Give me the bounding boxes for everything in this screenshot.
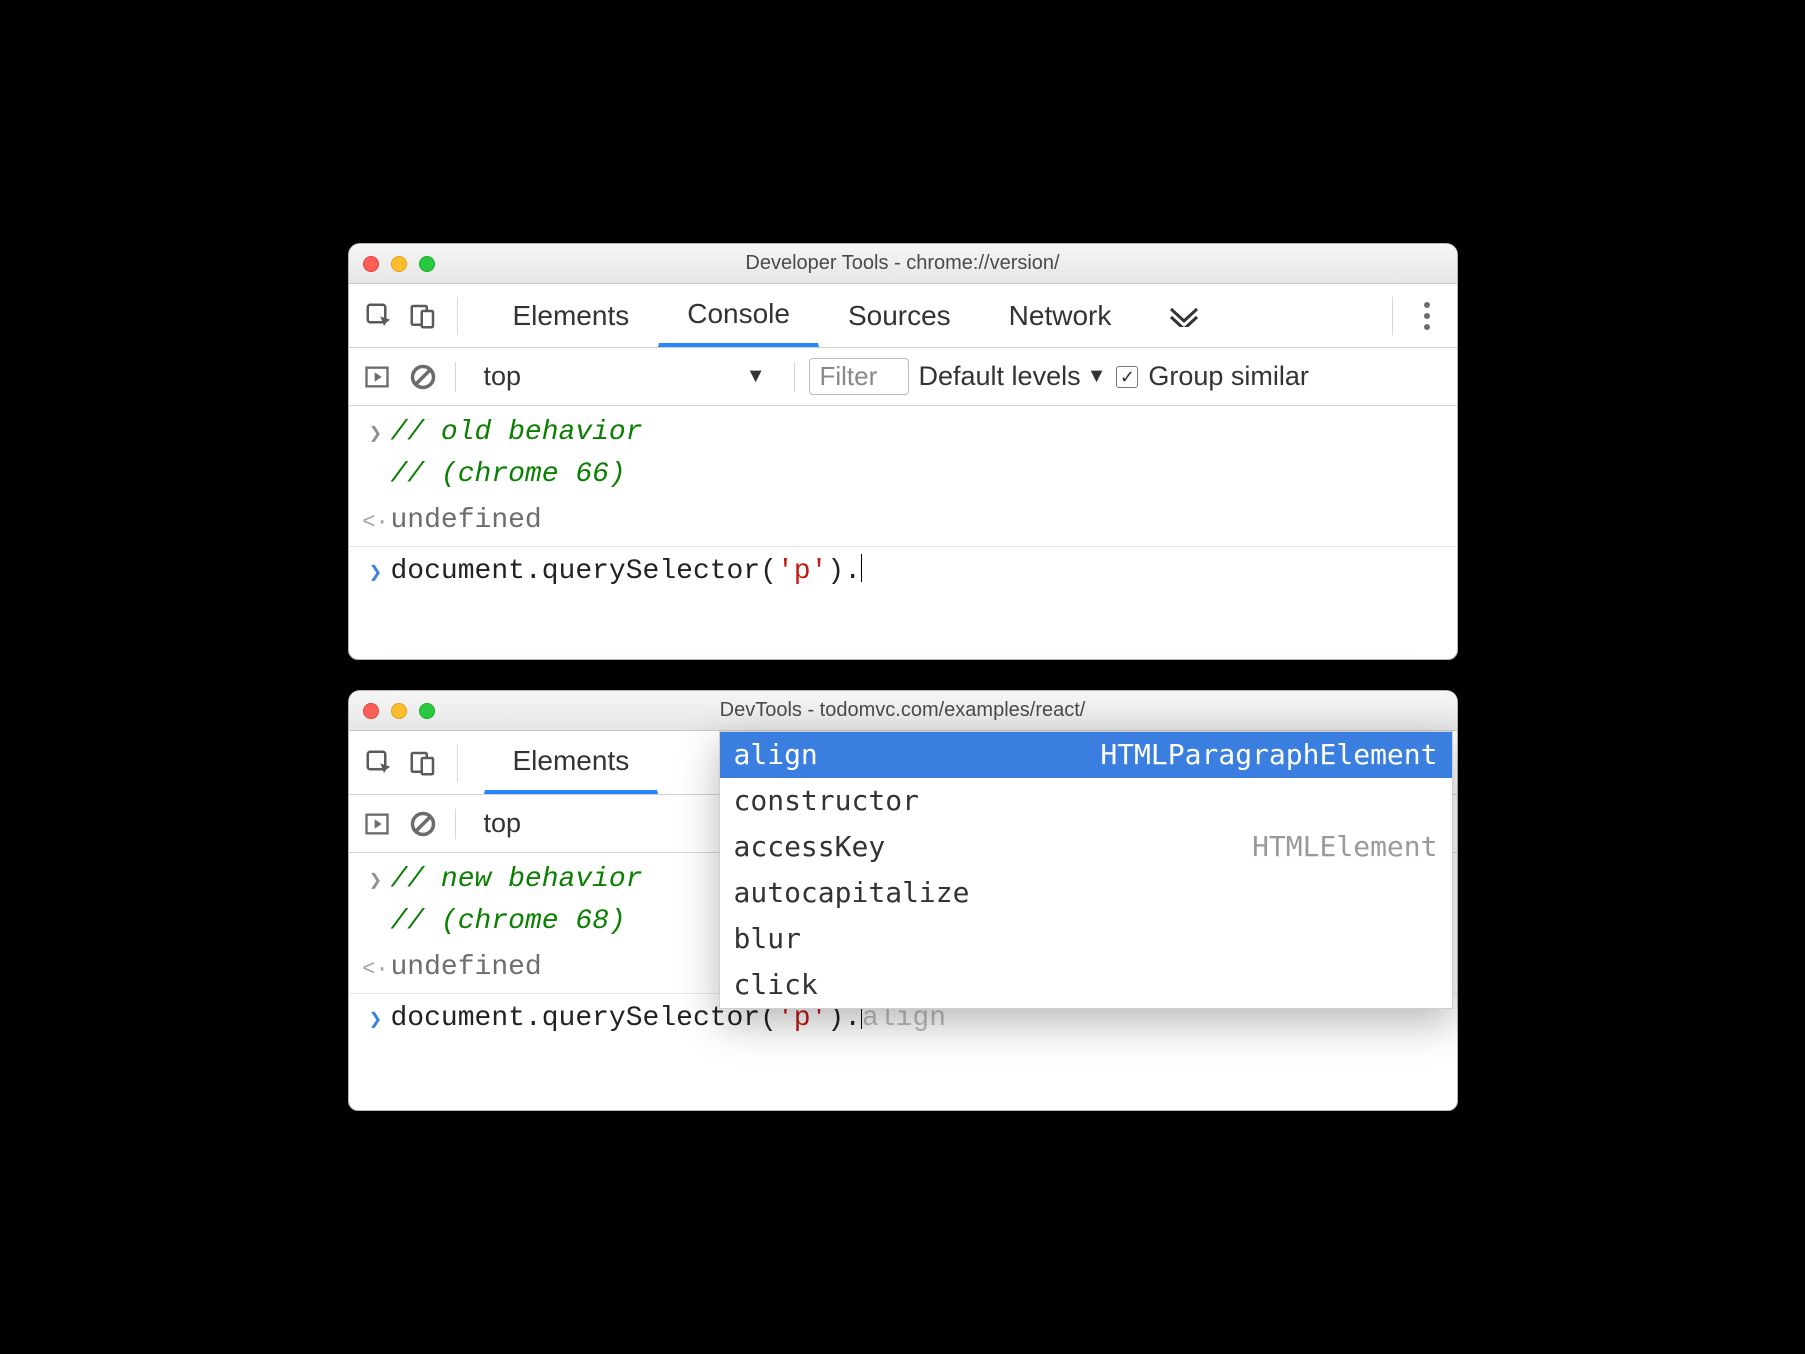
sidebar-toggle-icon[interactable] — [359, 806, 395, 842]
clear-console-icon[interactable] — [405, 359, 441, 395]
prompt-chevron-icon: ❯ — [361, 551, 391, 590]
minimize-icon[interactable] — [391, 703, 407, 719]
autocomplete-popup[interactable]: align HTMLParagraphElement constructoracce… — [719, 731, 1453, 1009]
console-line: // new behavior // (chrome 68) — [391, 859, 643, 943]
tab-network[interactable]: Network — [980, 284, 1141, 347]
window-title: DevTools - todomvc.com/examples/react/ — [349, 699, 1457, 722]
autocomplete-item-label: accessKey — [734, 826, 886, 868]
autocomplete-item-label: blur — [734, 918, 801, 960]
divider — [349, 546, 1457, 547]
autocomplete-item[interactable]: constructor — [720, 778, 1452, 824]
autocomplete-item[interactable]: autocapitalize — [720, 870, 1452, 916]
context-selector[interactable]: top — [470, 808, 620, 839]
autocomplete-item[interactable]: align HTMLParagraphElement — [720, 732, 1452, 778]
input-chevron-icon: ❯ — [361, 412, 391, 451]
divider — [455, 809, 456, 839]
minimize-icon[interactable] — [391, 256, 407, 272]
autocomplete-item-hint: HTMLParagraphElement — [1100, 734, 1437, 776]
devtools-window-1: Developer Tools - chrome://version/ Elem… — [348, 243, 1458, 660]
device-toggle-icon[interactable] — [401, 741, 445, 785]
autocomplete-item[interactable]: accessKey HTMLElement — [720, 824, 1452, 870]
autocomplete-item-label: align — [734, 734, 818, 776]
autocomplete-item-label: click — [734, 964, 818, 1006]
return-chevron-icon: <· — [361, 947, 391, 986]
tabs-overflow-icon[interactable] — [1140, 284, 1228, 347]
levels-label: Default levels — [919, 361, 1081, 392]
divider — [1392, 297, 1393, 335]
tab-elements[interactable]: Elements — [484, 284, 659, 347]
divider — [794, 362, 795, 392]
context-label: top — [484, 361, 522, 392]
divider — [457, 297, 458, 335]
return-chevron-icon: <· — [361, 500, 391, 539]
close-icon[interactable] — [363, 703, 379, 719]
divider — [457, 744, 458, 782]
kebab-menu-icon[interactable] — [1405, 294, 1449, 338]
autocomplete-item[interactable]: blur — [720, 916, 1452, 962]
window-title: Developer Tools - chrome://version/ — [349, 252, 1457, 275]
maximize-icon[interactable] — [419, 703, 435, 719]
tab-sources[interactable]: Sources — [819, 284, 980, 347]
close-icon[interactable] — [363, 256, 379, 272]
titlebar[interactable]: DevTools - todomvc.com/examples/react/ — [349, 691, 1457, 731]
titlebar[interactable]: Developer Tools - chrome://version/ — [349, 244, 1457, 284]
device-toggle-icon[interactable] — [401, 294, 445, 338]
maximize-icon[interactable] — [419, 256, 435, 272]
devtools-window-2: DevTools - todomvc.com/examples/react/ E… — [348, 690, 1458, 1111]
console-result: undefined — [391, 500, 542, 542]
console-toolbar: top ▼ Filter Default levels ▼ Group simi… — [349, 348, 1457, 406]
sidebar-toggle-icon[interactable] — [359, 359, 395, 395]
inspect-icon[interactable] — [357, 294, 401, 338]
autocomplete-item-label: autocapitalize — [734, 872, 970, 914]
autocomplete-item-hint: HTMLElement — [1252, 826, 1437, 868]
context-selector[interactable]: top ▼ — [470, 361, 780, 392]
autocomplete-item[interactable]: click — [720, 962, 1452, 1008]
clear-console-icon[interactable] — [405, 806, 441, 842]
text-cursor — [861, 554, 862, 582]
tab-elements[interactable]: Elements — [484, 731, 659, 794]
filter-input[interactable]: Filter — [809, 358, 909, 395]
dropdown-icon: ▼ — [746, 365, 766, 388]
tab-console[interactable]: Console — [658, 284, 819, 347]
divider — [455, 362, 456, 392]
devtools-tabs: Elements Console Sources Network — [349, 284, 1457, 348]
console-input[interactable]: document.querySelector('p'). — [391, 551, 863, 593]
console-result: undefined — [391, 947, 542, 989]
prompt-chevron-icon: ❯ — [361, 998, 391, 1037]
console-output[interactable]: ❯ // old behavior // (chrome 66) <· unde… — [349, 406, 1457, 659]
log-levels-selector[interactable]: Default levels ▼ — [919, 361, 1107, 392]
group-similar-checkbox[interactable] — [1116, 366, 1138, 388]
input-chevron-icon: ❯ — [361, 859, 391, 898]
dropdown-icon: ▼ — [1087, 365, 1107, 388]
console-line: // old behavior // (chrome 66) — [391, 412, 643, 496]
inspect-icon[interactable] — [357, 741, 401, 785]
autocomplete-item-label: constructor — [734, 780, 919, 822]
context-label: top — [484, 808, 522, 839]
group-similar-label: Group similar — [1148, 361, 1309, 392]
